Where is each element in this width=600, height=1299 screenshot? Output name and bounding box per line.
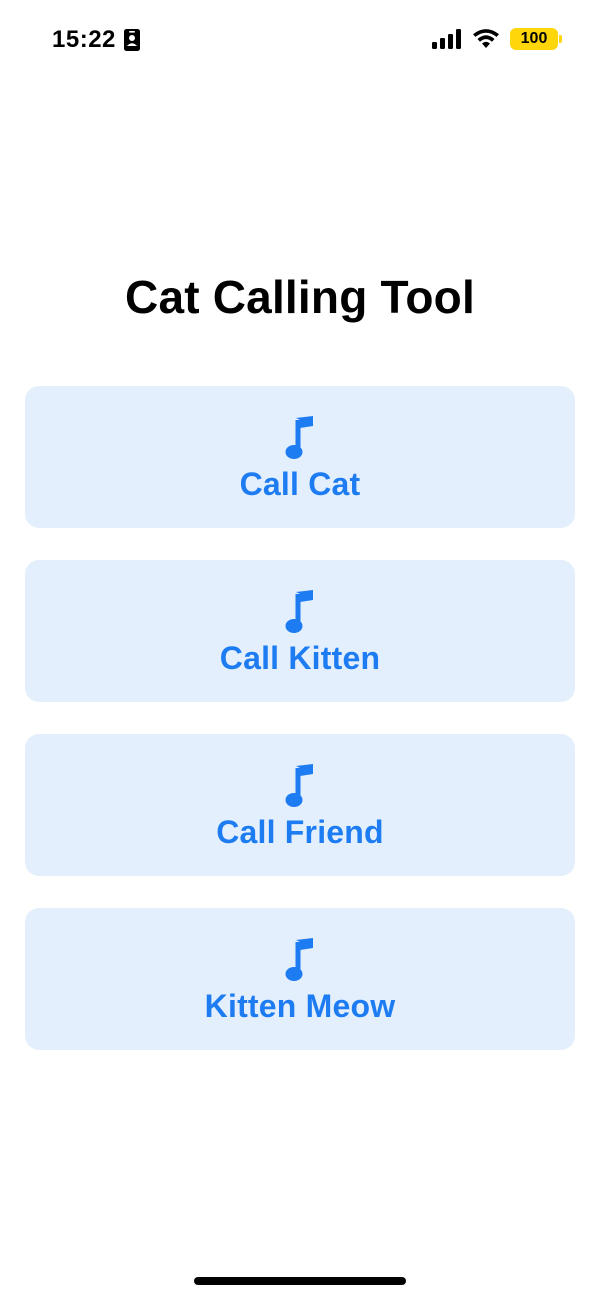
button-label: Kitten Meow xyxy=(204,987,396,1024)
music-note-icon xyxy=(285,763,313,807)
wifi-icon xyxy=(473,29,499,48)
call-kitten-button[interactable]: Call Kitten xyxy=(25,560,575,702)
status-right: 100 xyxy=(432,28,562,50)
kitten-meow-button[interactable]: Kitten Meow xyxy=(25,908,575,1050)
home-indicator[interactable] xyxy=(194,1277,406,1285)
cellular-signal-icon xyxy=(432,29,461,49)
page-title: Cat Calling Tool xyxy=(125,271,475,323)
button-label: Call Kitten xyxy=(219,639,381,676)
status-time: 15:22 xyxy=(52,26,116,53)
sound-button-list: Call Cat Call Kitten Call Friend Kitten … xyxy=(25,386,575,1050)
call-friend-button[interactable]: Call Friend xyxy=(25,734,575,876)
button-label: Call Cat xyxy=(239,465,361,502)
music-note-icon xyxy=(285,589,313,633)
battery-indicator: 100 xyxy=(510,28,562,50)
music-note-icon xyxy=(285,937,313,981)
call-cat-button[interactable]: Call Cat xyxy=(25,386,575,528)
battery-level: 100 xyxy=(520,30,548,47)
status-bar: 15:22 100 xyxy=(0,0,600,80)
id-card-icon xyxy=(123,29,140,51)
status-left: 15:22 xyxy=(52,26,140,54)
button-label: Call Friend xyxy=(216,813,384,850)
music-note-icon xyxy=(285,415,313,459)
